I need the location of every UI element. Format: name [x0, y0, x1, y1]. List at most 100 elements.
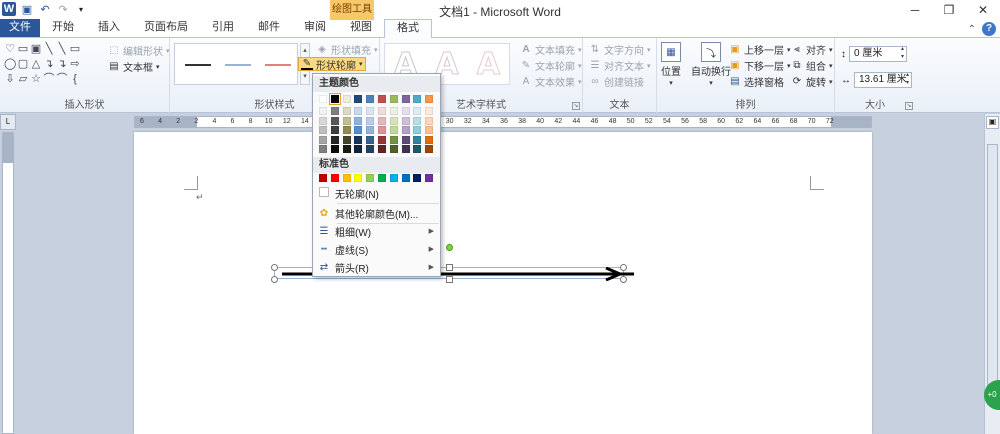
color-swatch[interactable] — [319, 145, 327, 153]
tab-mailings[interactable]: 邮件 — [246, 19, 292, 37]
elbow-connector-icon[interactable]: ↴ — [56, 57, 68, 71]
color-swatch[interactable] — [425, 116, 434, 125]
color-swatch[interactable] — [378, 126, 386, 134]
rectangle-shape-icon[interactable]: ▭ — [69, 42, 81, 56]
right-arrow-shape-icon[interactable]: ⇨ — [69, 57, 81, 71]
tab-references[interactable]: 引用 — [200, 19, 246, 37]
color-swatch[interactable] — [366, 135, 375, 144]
redo-icon[interactable]: ↷ — [56, 2, 70, 16]
shape-outline-button[interactable]: ✎ 形状轮廓 ▾ — [298, 57, 366, 72]
color-swatch[interactable] — [366, 95, 375, 103]
resize-handle[interactable] — [271, 264, 278, 271]
shape-height-field[interactable]: 0 厘米 — [849, 45, 907, 62]
color-swatch[interactable] — [319, 95, 327, 103]
more-outline-colors-item[interactable]: ✿ 其他轮廓颜色(M)... — [313, 204, 440, 222]
color-swatch[interactable] — [319, 135, 327, 144]
color-swatch[interactable] — [342, 126, 351, 134]
save-icon[interactable]: ▣ — [20, 2, 34, 16]
color-swatch[interactable] — [342, 107, 351, 115]
color-swatch[interactable] — [425, 107, 434, 115]
color-swatch[interactable] — [378, 145, 386, 153]
resize-handle[interactable] — [446, 264, 453, 271]
color-swatch[interactable] — [413, 116, 422, 125]
standard-color-swatch[interactable] — [389, 174, 398, 182]
color-swatch[interactable] — [401, 95, 410, 103]
standard-color-swatch[interactable] — [366, 174, 375, 182]
standard-color-swatch[interactable] — [342, 174, 351, 182]
standard-color-swatch[interactable] — [401, 174, 410, 182]
style-swatch-blue[interactable] — [225, 64, 251, 66]
color-swatch[interactable] — [330, 145, 339, 153]
triangle-shape-icon[interactable]: △ — [30, 57, 42, 71]
undo-icon[interactable]: ↶ — [38, 2, 52, 16]
color-swatch[interactable] — [366, 116, 375, 125]
color-swatch[interactable] — [330, 126, 339, 134]
color-swatch[interactable] — [425, 95, 434, 103]
color-swatch[interactable] — [401, 135, 410, 144]
color-swatch[interactable] — [413, 95, 422, 103]
dialog-launcher-icon[interactable]: ↘ — [905, 102, 913, 110]
arrows-item[interactable]: ⇄ 箭头(R) ▶ — [313, 258, 440, 276]
text-box-button[interactable]: ▤ 文本框 ▾ — [108, 59, 159, 74]
color-swatch[interactable] — [330, 116, 339, 125]
rounded-rect-shape-icon[interactable]: ▢ — [17, 57, 29, 71]
brace-shape-icon[interactable]: { — [69, 72, 81, 86]
star-shape-icon[interactable]: ☆ — [30, 72, 42, 86]
rectangle-shape-icon[interactable]: ▭ — [17, 42, 29, 56]
flowchart-shape-icon[interactable]: ▱ — [17, 72, 29, 86]
tab-review[interactable]: 审阅 — [292, 19, 338, 37]
color-swatch[interactable] — [389, 145, 398, 153]
wrap-text-button[interactable]: ⤵ 自动换行 ▾ — [691, 42, 731, 87]
curve-shape-icon[interactable]: ⌒ — [43, 72, 55, 86]
color-swatch[interactable] — [319, 116, 327, 125]
color-swatch[interactable] — [354, 95, 363, 103]
style-swatch-red[interactable] — [265, 64, 291, 66]
group-button[interactable]: ⧉ 组合 ▾ — [791, 58, 832, 73]
color-swatch[interactable] — [378, 116, 386, 125]
color-swatch[interactable] — [413, 145, 422, 153]
tab-page-layout[interactable]: 页面布局 — [132, 19, 200, 37]
color-swatch[interactable] — [366, 145, 375, 153]
selection-pane-button[interactable]: ▤ 选择窗格 — [729, 74, 784, 89]
send-backward-button[interactable]: ▣ 下移一层 ▾ — [729, 58, 790, 73]
text-outline-button[interactable]: ✎ 文本轮廓 ▾ — [520, 58, 582, 73]
text-direction-button[interactable]: ⇅ 文字方向 ▾ — [589, 42, 651, 57]
color-swatch[interactable] — [354, 135, 363, 144]
color-swatch[interactable] — [354, 116, 363, 125]
resize-handle[interactable] — [271, 276, 278, 283]
bring-forward-button[interactable]: ▣ 上移一层 ▾ — [729, 42, 790, 57]
color-swatch[interactable] — [401, 107, 410, 115]
color-swatch[interactable] — [319, 107, 327, 115]
minimize-button[interactable]: ─ — [898, 0, 932, 20]
dashes-item[interactable]: ┅ 虚线(S) ▶ — [313, 240, 440, 258]
color-swatch[interactable] — [425, 145, 434, 153]
resize-handle[interactable] — [620, 276, 627, 283]
resize-handle[interactable] — [620, 264, 627, 271]
color-swatch[interactable] — [425, 135, 434, 144]
standard-color-swatch[interactable] — [413, 174, 422, 182]
create-link-button[interactable]: ∞ 创建链接 — [589, 74, 644, 89]
color-swatch[interactable] — [354, 107, 363, 115]
color-swatch[interactable] — [366, 107, 375, 115]
color-swatch[interactable] — [378, 135, 386, 144]
color-swatch[interactable] — [354, 145, 363, 153]
color-swatch[interactable] — [319, 126, 327, 134]
align-button[interactable]: ⫷ 对齐 ▾ — [791, 42, 832, 57]
color-swatch[interactable] — [378, 107, 386, 115]
rotation-handle[interactable] — [446, 244, 453, 251]
customize-qat-icon[interactable]: ▾ — [74, 2, 88, 16]
standard-color-swatch[interactable] — [378, 174, 386, 182]
line-shape-icon[interactable]: ╲ — [56, 42, 68, 56]
help-icon[interactable]: ? — [982, 22, 996, 36]
collapse-ribbon-icon[interactable]: ⌃ — [968, 24, 976, 35]
color-swatch[interactable] — [389, 116, 398, 125]
tab-selector[interactable]: L — [0, 114, 16, 130]
color-swatch[interactable] — [425, 126, 434, 134]
color-swatch[interactable] — [401, 116, 410, 125]
color-swatch[interactable] — [389, 126, 398, 134]
heart-shape-icon[interactable]: ♡ — [4, 42, 16, 56]
close-button[interactable]: ✕ — [966, 0, 1000, 20]
elbow-connector-icon[interactable]: ↴ — [43, 57, 55, 71]
curve-shape-icon[interactable]: ⌒ — [56, 72, 68, 86]
tab-view[interactable]: 视图 — [338, 19, 384, 37]
